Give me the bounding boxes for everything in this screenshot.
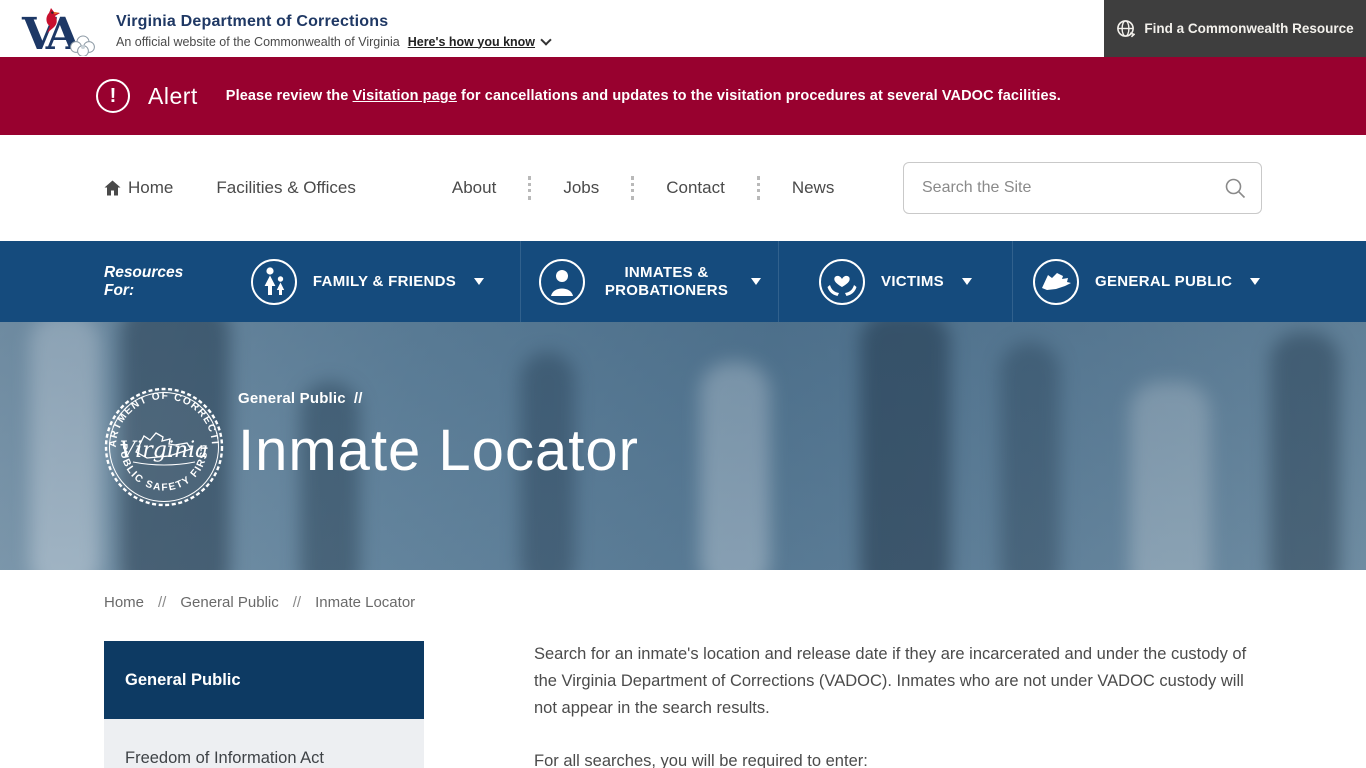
chevron-down-icon — [540, 34, 551, 45]
breadcrumb-general-public[interactable]: General Public — [180, 594, 278, 611]
alert-message-prefix: Please review the — [226, 88, 353, 104]
search-input[interactable] — [922, 179, 1223, 197]
search-icon[interactable] — [1223, 176, 1247, 200]
nav-divider — [757, 176, 760, 200]
section-sidebar: General Public Freedom of Information Ac… — [104, 641, 424, 768]
globe-icon — [1116, 19, 1135, 38]
breadcrumb-current: Inmate Locator — [315, 594, 415, 611]
sidebar-item-label: General Public — [125, 671, 241, 690]
sidebar-item-general-public[interactable]: General Public — [104, 641, 424, 719]
resource-label: GENERAL PUBLIC — [1095, 273, 1232, 290]
site-title: Virginia Department of Corrections — [116, 13, 550, 31]
intro-paragraph: Search for an inmate's location and rele… — [534, 641, 1259, 722]
resources-for-label: Resources For: — [0, 241, 215, 322]
home-icon — [104, 180, 121, 196]
breadcrumb: Home // General Public // Inmate Locator — [0, 570, 1366, 611]
chevron-down-icon — [962, 278, 972, 285]
find-commonwealth-resource-button[interactable]: Find a Commonwealth Resource — [1104, 0, 1366, 57]
resources-inmates-probationers-dropdown[interactable]: INMATES & PROBATIONERS — [520, 241, 778, 322]
official-site-text: An official website of the Commonwealth … — [116, 35, 400, 49]
nav-item-about[interactable]: About — [452, 178, 496, 198]
hero-category-link[interactable]: General Public // — [238, 390, 639, 407]
hero-category-separator: // — [354, 390, 363, 407]
hero-category-label: General Public — [238, 390, 346, 407]
alert-message: Please review the Visitation page for ca… — [226, 88, 1061, 104]
nav-item-label: Home — [128, 178, 173, 198]
nav-item-home[interactable]: Home — [104, 178, 173, 198]
seal-center-text: Virginia — [120, 438, 209, 463]
hands-heart-icon — [819, 259, 865, 305]
exclamation-circle-icon: ! — [96, 79, 130, 113]
nav-item-label: News — [792, 178, 835, 198]
main-navigation: Home Facilities & Offices About Jobs Con… — [0, 135, 1366, 241]
site-header: VA Virginia Department of Corrections An… — [0, 0, 1366, 57]
resource-label: FAMILY & FRIENDS — [313, 273, 456, 290]
chevron-down-icon — [474, 278, 484, 285]
resource-label: VICTIMS — [881, 273, 944, 290]
nav-item-news[interactable]: News — [792, 178, 835, 198]
vadoc-logo[interactable]: VA — [20, 4, 102, 56]
hero-banner: DEPARTMENT OF CORRECTIONS PUBLIC SAFETY … — [0, 322, 1366, 570]
resource-label: INMATES & PROBATIONERS — [601, 264, 733, 299]
resources-family-friends-dropdown[interactable]: FAMILY & FRIENDS — [215, 241, 520, 322]
nav-item-jobs[interactable]: Jobs — [563, 178, 599, 198]
alert-banner: ! Alert Please review the Visitation pag… — [0, 57, 1366, 135]
chevron-down-icon — [1250, 278, 1260, 285]
site-search — [903, 162, 1262, 214]
virginia-state-icon — [1033, 259, 1079, 305]
breadcrumb-separator: // — [158, 594, 166, 611]
resources-bar: Resources For: FAMILY & FRIENDS INMAT — [0, 241, 1366, 322]
alert-message-suffix: for cancellations and updates to the vis… — [457, 88, 1061, 104]
resource-button-label: Find a Commonwealth Resource — [1144, 21, 1353, 36]
nav-item-label: Jobs — [563, 178, 599, 198]
resources-general-public-dropdown[interactable]: GENERAL PUBLIC — [1012, 241, 1366, 322]
dogwood-flower-icon — [71, 36, 95, 56]
heres-how-you-know-link[interactable]: Here's how you know — [408, 35, 535, 49]
breadcrumb-home[interactable]: Home — [104, 594, 144, 611]
visitation-page-link[interactable]: Visitation page — [353, 88, 457, 104]
nav-divider — [528, 176, 531, 200]
nav-item-facilities-offices[interactable]: Facilities & Offices — [216, 178, 356, 198]
vadoc-seal: DEPARTMENT OF CORRECTIONS PUBLIC SAFETY … — [103, 386, 225, 508]
sidebar-item-label: Freedom of Information Act — [125, 749, 324, 767]
main-column: Search for an inmate's location and rele… — [534, 641, 1259, 768]
resources-victims-dropdown[interactable]: VICTIMS — [778, 241, 1012, 322]
chevron-down-icon — [751, 278, 761, 285]
nav-item-label: Facilities & Offices — [216, 178, 356, 198]
sidebar-item-foia[interactable]: Freedom of Information Act — [104, 719, 424, 768]
search-requirements-intro: For all searches, you will be required t… — [534, 748, 1259, 768]
page-title: Inmate Locator — [238, 417, 639, 484]
page-content: General Public Freedom of Information Ac… — [0, 641, 1366, 768]
nav-divider — [631, 176, 634, 200]
alert-label: Alert — [148, 83, 198, 110]
nav-item-label: About — [452, 178, 496, 198]
family-icon — [251, 259, 297, 305]
person-icon — [539, 259, 585, 305]
breadcrumb-separator: // — [293, 594, 301, 611]
nav-item-label: Contact — [666, 178, 725, 198]
nav-item-contact[interactable]: Contact — [666, 178, 725, 198]
